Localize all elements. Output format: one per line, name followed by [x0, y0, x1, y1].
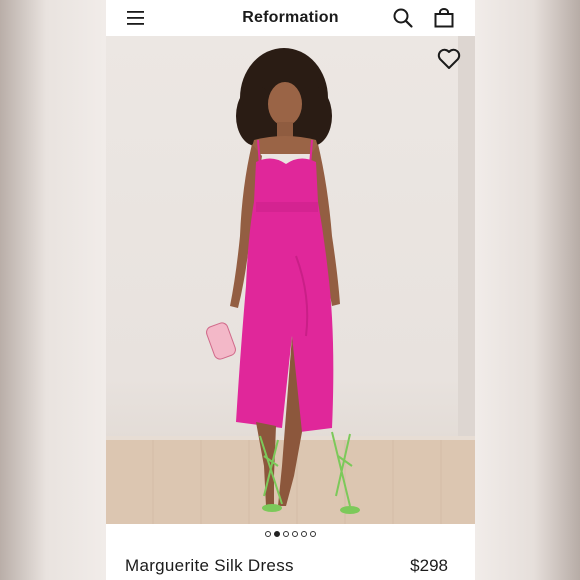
search-icon[interactable]: [392, 7, 414, 29]
carousel-dot[interactable]: [283, 531, 289, 537]
product-name: Marguerite Silk Dress: [125, 556, 294, 575]
carousel-dot[interactable]: [292, 531, 298, 537]
product-image-carousel[interactable]: [106, 36, 475, 524]
carousel-dot[interactable]: [265, 531, 271, 537]
carousel-dot[interactable]: [310, 531, 316, 537]
menu-icon[interactable]: [126, 9, 146, 27]
model-photo: [206, 48, 360, 514]
carousel-dot-active[interactable]: [274, 531, 280, 537]
brand-logo[interactable]: Reformation: [242, 9, 338, 27]
carousel-pagination: [106, 528, 475, 540]
carousel-dot[interactable]: [301, 531, 307, 537]
product-price: $298: [410, 556, 448, 575]
product-page: Reformation Marguerite Silk Dress $298: [106, 0, 475, 580]
bag-icon[interactable]: [433, 7, 455, 29]
top-navigation-bar: Reformation: [106, 0, 475, 36]
wishlist-heart-icon[interactable]: [436, 47, 462, 71]
